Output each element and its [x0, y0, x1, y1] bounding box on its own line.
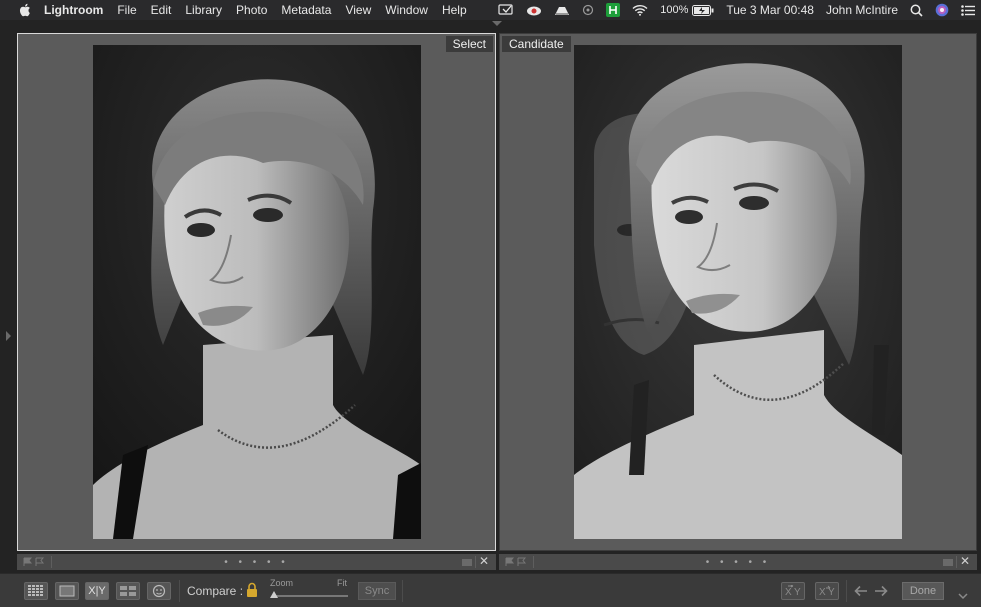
spotlight-search-icon[interactable] — [910, 4, 923, 17]
done-button[interactable]: Done — [902, 582, 944, 600]
next-arrow-icon[interactable] — [874, 584, 888, 602]
menu-lightroom[interactable]: Lightroom — [44, 0, 103, 20]
compare-view-button[interactable]: X|Y — [85, 582, 109, 600]
menu-photo[interactable]: Photo — [236, 0, 267, 20]
footer-divider — [533, 556, 534, 568]
loupe-view-button[interactable] — [55, 582, 79, 600]
candidate-pane-footer: • • • • • ✕ — [499, 554, 977, 570]
swap-icon: XY — [785, 585, 801, 597]
menu-window[interactable]: Window — [385, 0, 428, 20]
rating-stars[interactable]: • • • • • — [706, 557, 771, 568]
people-view-button[interactable] — [147, 582, 171, 600]
status-area: 100% Tue 3 Mar 00:48 John McIntire — [486, 0, 975, 20]
previous-arrow-icon[interactable] — [854, 584, 868, 602]
toolbar-menu-chevron-icon[interactable] — [958, 587, 968, 605]
fit-label: Fit — [337, 578, 347, 588]
color-label-icon[interactable] — [943, 559, 953, 566]
menu-file[interactable]: File — [117, 0, 136, 20]
battery-percent[interactable]: 100% — [660, 4, 688, 16]
zoom-slider-track[interactable] — [272, 595, 348, 597]
siri-icon[interactable] — [935, 3, 949, 17]
select-pane[interactable]: Select — [17, 33, 496, 551]
footer-divider — [956, 556, 957, 568]
toolbar-divider — [402, 580, 403, 602]
screen-share-icon[interactable] — [498, 4, 514, 16]
creative-cloud-icon[interactable] — [526, 4, 542, 16]
svg-text:X: X — [819, 587, 826, 597]
zoom-label: Zoom — [270, 578, 294, 588]
wifi-icon[interactable] — [632, 4, 648, 16]
menu-metadata[interactable]: Metadata — [281, 0, 331, 20]
left-panel-toggle-icon[interactable] — [6, 331, 11, 341]
select-pane-footer: • • • • • ✕ — [17, 554, 496, 570]
apple-menu-icon[interactable] — [18, 3, 32, 17]
zoom-slider-handle[interactable] — [270, 591, 278, 598]
grid-icon — [28, 585, 43, 596]
menu-edit[interactable]: Edit — [151, 0, 172, 20]
footer-divider — [51, 556, 52, 568]
sync-button[interactable]: Sync — [358, 582, 396, 600]
svg-text:Y: Y — [794, 587, 801, 597]
menu-library[interactable]: Library — [185, 0, 222, 20]
grid-view-button[interactable] — [24, 582, 48, 600]
color-label-icon[interactable] — [462, 559, 472, 566]
toolbar-divider — [846, 580, 847, 602]
candidate-photo[interactable] — [574, 45, 902, 539]
compare-workspace: Select Candidate • • • • • ✕ • • • • • ✕ — [0, 20, 981, 573]
menubar-clock[interactable]: Tue 3 Mar 00:48 — [726, 3, 814, 17]
lock-icon[interactable] — [246, 582, 258, 603]
menu-help[interactable]: Help — [442, 0, 467, 20]
flag-icon[interactable] — [23, 557, 47, 567]
bottom-toolbar: X|Y Compare : Zoom Fit Sync XY XY Done — [0, 573, 981, 607]
app-status-icon[interactable] — [606, 3, 621, 17]
close-icon[interactable]: ✕ — [959, 555, 971, 568]
survey-icon — [120, 586, 136, 596]
toolbar-divider — [179, 580, 180, 602]
svg-text:X: X — [785, 587, 792, 597]
close-icon[interactable]: ✕ — [478, 555, 490, 568]
compare-view-label: X|Y — [88, 585, 106, 597]
top-panel-toggle-icon[interactable] — [492, 21, 502, 26]
select-photo[interactable] — [93, 45, 421, 539]
battery-icon[interactable] — [692, 4, 714, 16]
menu-view[interactable]: View — [345, 0, 371, 20]
survey-view-button[interactable] — [116, 582, 140, 600]
menubar-user[interactable]: John McIntire — [826, 3, 898, 17]
loupe-icon — [59, 585, 75, 597]
rating-stars[interactable]: • • • • • — [224, 557, 289, 568]
footer-divider — [475, 556, 476, 568]
compare-label: Compare : — [187, 584, 244, 598]
make-select-button[interactable]: XY — [815, 582, 839, 600]
sync-status-icon[interactable] — [582, 4, 594, 16]
flag-icon[interactable] — [505, 557, 529, 567]
notification-center-icon[interactable] — [961, 4, 975, 16]
candidate-pane[interactable]: Candidate — [499, 33, 977, 551]
menu-bar: Lightroom File Edit Library Photo Metada… — [0, 0, 981, 20]
swap-button[interactable]: XY — [781, 582, 805, 600]
select-label: Select — [445, 36, 493, 52]
candidate-label: Candidate — [502, 36, 571, 52]
drive-icon[interactable] — [554, 4, 570, 16]
face-icon — [152, 584, 166, 598]
make-select-icon: XY — [819, 585, 835, 597]
